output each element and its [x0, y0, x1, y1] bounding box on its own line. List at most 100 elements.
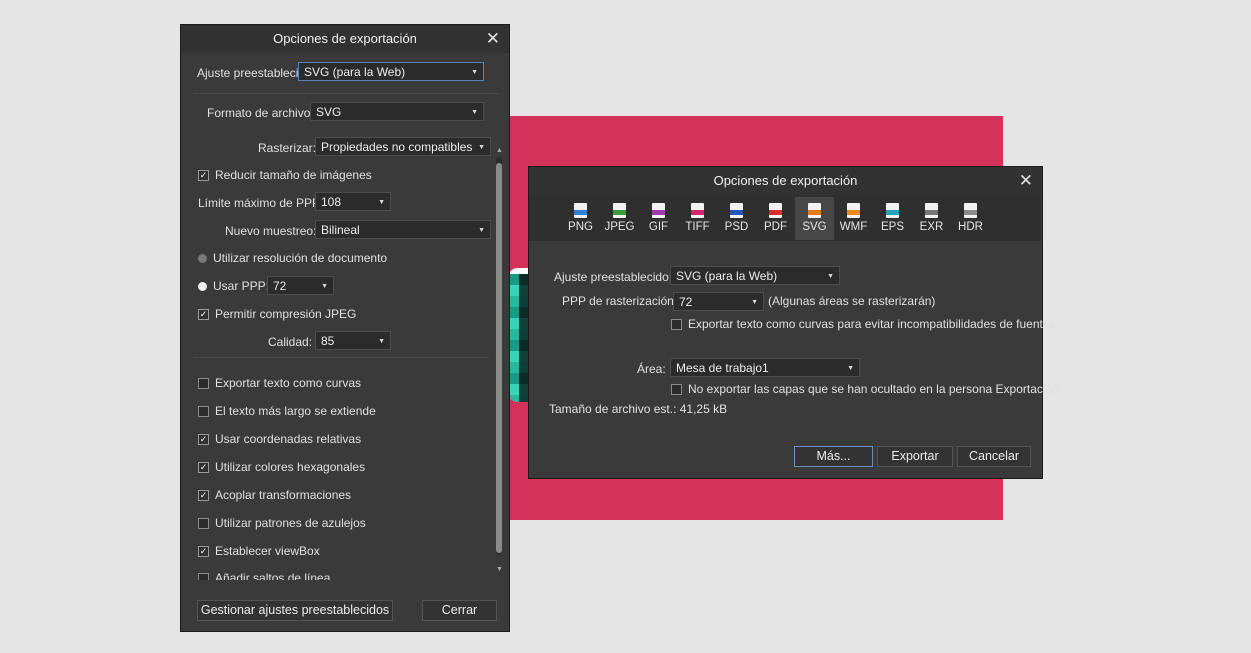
checkbox-icon	[198, 405, 209, 417]
use-ppp-stepper[interactable]: 72 ▼	[267, 276, 334, 295]
chevron-down-icon: ▼	[321, 283, 328, 290]
export-button[interactable]: Exportar	[877, 446, 953, 467]
file-pdf-icon	[769, 203, 782, 218]
file-wmf-icon	[847, 203, 860, 218]
tab-wmf[interactable]: WMF	[834, 197, 873, 240]
dialog-title: Opciones de exportación	[713, 173, 858, 188]
check-icon: ✓	[198, 169, 209, 181]
check-icon: ✓	[198, 545, 209, 557]
close-icon[interactable]: ✕	[486, 25, 500, 53]
tab-psd[interactable]: PSD	[717, 197, 756, 240]
file-eps-icon	[886, 203, 899, 218]
chevron-down-icon: ▼	[751, 299, 758, 306]
option-checkbox[interactable]: El texto más largo se extiende	[198, 404, 376, 418]
scroll-clip: Añadir saltos de línea	[181, 565, 493, 580]
tab-hdr[interactable]: HDR	[951, 197, 990, 240]
tab-svg[interactable]: SVG	[795, 197, 834, 240]
file-png-icon	[574, 203, 587, 218]
preset-select[interactable]: SVG (para la Web) ▼	[670, 266, 840, 285]
scroll-down-icon[interactable]: ▼	[496, 566, 503, 573]
file-exr-icon	[925, 203, 938, 218]
radio-selected-icon	[198, 281, 207, 291]
rasterize-select[interactable]: Propiedades no compatibles ▼	[315, 137, 491, 156]
chevron-down-icon: ▼	[478, 227, 485, 234]
max-ppp-stepper[interactable]: 108 ▼	[315, 192, 391, 211]
tab-label: PSD	[724, 221, 749, 233]
tab-label: JPEG	[604, 221, 635, 233]
file-svg-icon	[808, 203, 821, 218]
chevron-down-icon: ▼	[378, 199, 385, 206]
close-button[interactable]: Cerrar	[422, 600, 497, 621]
chevron-down-icon: ▼	[478, 144, 485, 151]
file-type-band	[925, 210, 938, 215]
file-type-band	[847, 210, 860, 215]
hidden-layers-checkbox[interactable]: No exportar las capas que se han ocultad…	[671, 382, 1059, 396]
jpeg-compression-checkbox[interactable]: ✓ Permitir compresión JPEG	[198, 307, 356, 321]
raster-ppp-label: PPP de rasterización:	[562, 294, 678, 308]
tab-pdf[interactable]: PDF	[756, 197, 795, 240]
option-checkbox[interactable]: ✓ Usar coordenadas relativas	[198, 432, 361, 446]
option-checkbox[interactable]: Añadir saltos de línea	[198, 571, 330, 580]
more-button[interactable]: Más...	[794, 446, 873, 467]
check-icon: ✓	[198, 308, 209, 320]
file-type-band	[769, 210, 782, 215]
option-checkbox[interactable]: ✓ Acoplar transformaciones	[198, 488, 351, 502]
raster-ppp-stepper[interactable]: 72 ▼	[673, 292, 764, 311]
option-checkbox[interactable]: Exportar texto como curvas	[198, 376, 361, 390]
option-checkbox[interactable]: Utilizar patrones de azulejos	[198, 516, 366, 530]
format-tabs: PNG JPEG GIF TIFF PSD PDF SVG WMF EPS EXR HDR	[561, 197, 990, 240]
file-size-value: 41,25 kB	[679, 402, 728, 416]
checkbox-icon	[198, 572, 209, 580]
quality-label: Calidad:	[268, 335, 313, 349]
divider	[193, 357, 489, 358]
tab-gif[interactable]: GIF	[639, 197, 678, 240]
raster-note: (Algunas áreas se rasterizarán)	[768, 294, 936, 308]
scroll-up-icon[interactable]: ▲	[496, 147, 503, 154]
tab-label: WMF	[839, 221, 868, 233]
check-icon: ✓	[198, 489, 209, 501]
file-type-band	[964, 210, 977, 215]
dialog-titlebar: Opciones de exportación ✕	[529, 167, 1042, 195]
checkbox-icon	[671, 318, 682, 330]
format-select[interactable]: SVG ▼	[310, 102, 484, 121]
format-label: Formato de archivo:	[207, 106, 314, 120]
file-hdr-icon	[964, 203, 977, 218]
quality-stepper[interactable]: 85 ▼	[315, 331, 391, 350]
chevron-down-icon: ▼	[471, 109, 478, 116]
manage-presets-button[interactable]: Gestionar ajustes preestablecidos	[197, 600, 393, 621]
area-label: Área:	[637, 362, 666, 376]
tab-jpeg[interactable]: JPEG	[600, 197, 639, 240]
export-text-curves-checkbox[interactable]: Exportar texto como curvas para evitar i…	[671, 317, 1056, 331]
option-checkbox[interactable]: ✓ Establecer viewBox	[198, 544, 320, 558]
use-doc-resolution-radio[interactable]: Utilizar resolución de documento	[198, 251, 387, 265]
use-ppp-radio[interactable]: Usar PPP:	[198, 279, 269, 293]
area-select[interactable]: Mesa de trabajo1 ▼	[670, 358, 860, 377]
dialog-titlebar: Opciones de exportación ✕	[181, 25, 509, 53]
dialog-title: Opciones de exportación	[273, 31, 417, 46]
preset-select[interactable]: SVG (para la Web) ▼	[298, 62, 484, 81]
close-icon[interactable]: ✕	[1019, 167, 1033, 195]
check-icon: ✓	[198, 461, 209, 473]
option-checkbox[interactable]: ✓ Utilizar colores hexagonales	[198, 460, 365, 474]
cancel-button[interactable]: Cancelar	[957, 446, 1031, 467]
tab-label: PDF	[764, 221, 787, 233]
tab-tiff[interactable]: TIFF	[678, 197, 717, 240]
checkbox-icon	[671, 383, 682, 395]
resample-select[interactable]: Bilineal ▼	[315, 220, 491, 239]
max-ppp-label: Límite máximo de PPP:	[198, 196, 324, 210]
file-gif-icon	[652, 203, 665, 218]
chevron-down-icon: ▼	[471, 69, 478, 76]
chevron-down-icon: ▼	[847, 365, 854, 372]
scrollbar-thumb[interactable]	[496, 163, 502, 553]
file-type-band	[652, 210, 665, 215]
tab-eps[interactable]: EPS	[873, 197, 912, 240]
preset-label: Ajuste preestablecido:	[554, 270, 673, 284]
scrollbar[interactable]	[496, 157, 502, 555]
radio-icon	[198, 253, 207, 263]
tab-png[interactable]: PNG	[561, 197, 600, 240]
file-jpeg-icon	[613, 203, 626, 218]
checkbox-icon	[198, 377, 209, 389]
tab-exr[interactable]: EXR	[912, 197, 951, 240]
reduce-images-checkbox[interactable]: ✓ Reducir tamaño de imágenes	[198, 168, 372, 182]
file-type-band	[613, 210, 626, 215]
